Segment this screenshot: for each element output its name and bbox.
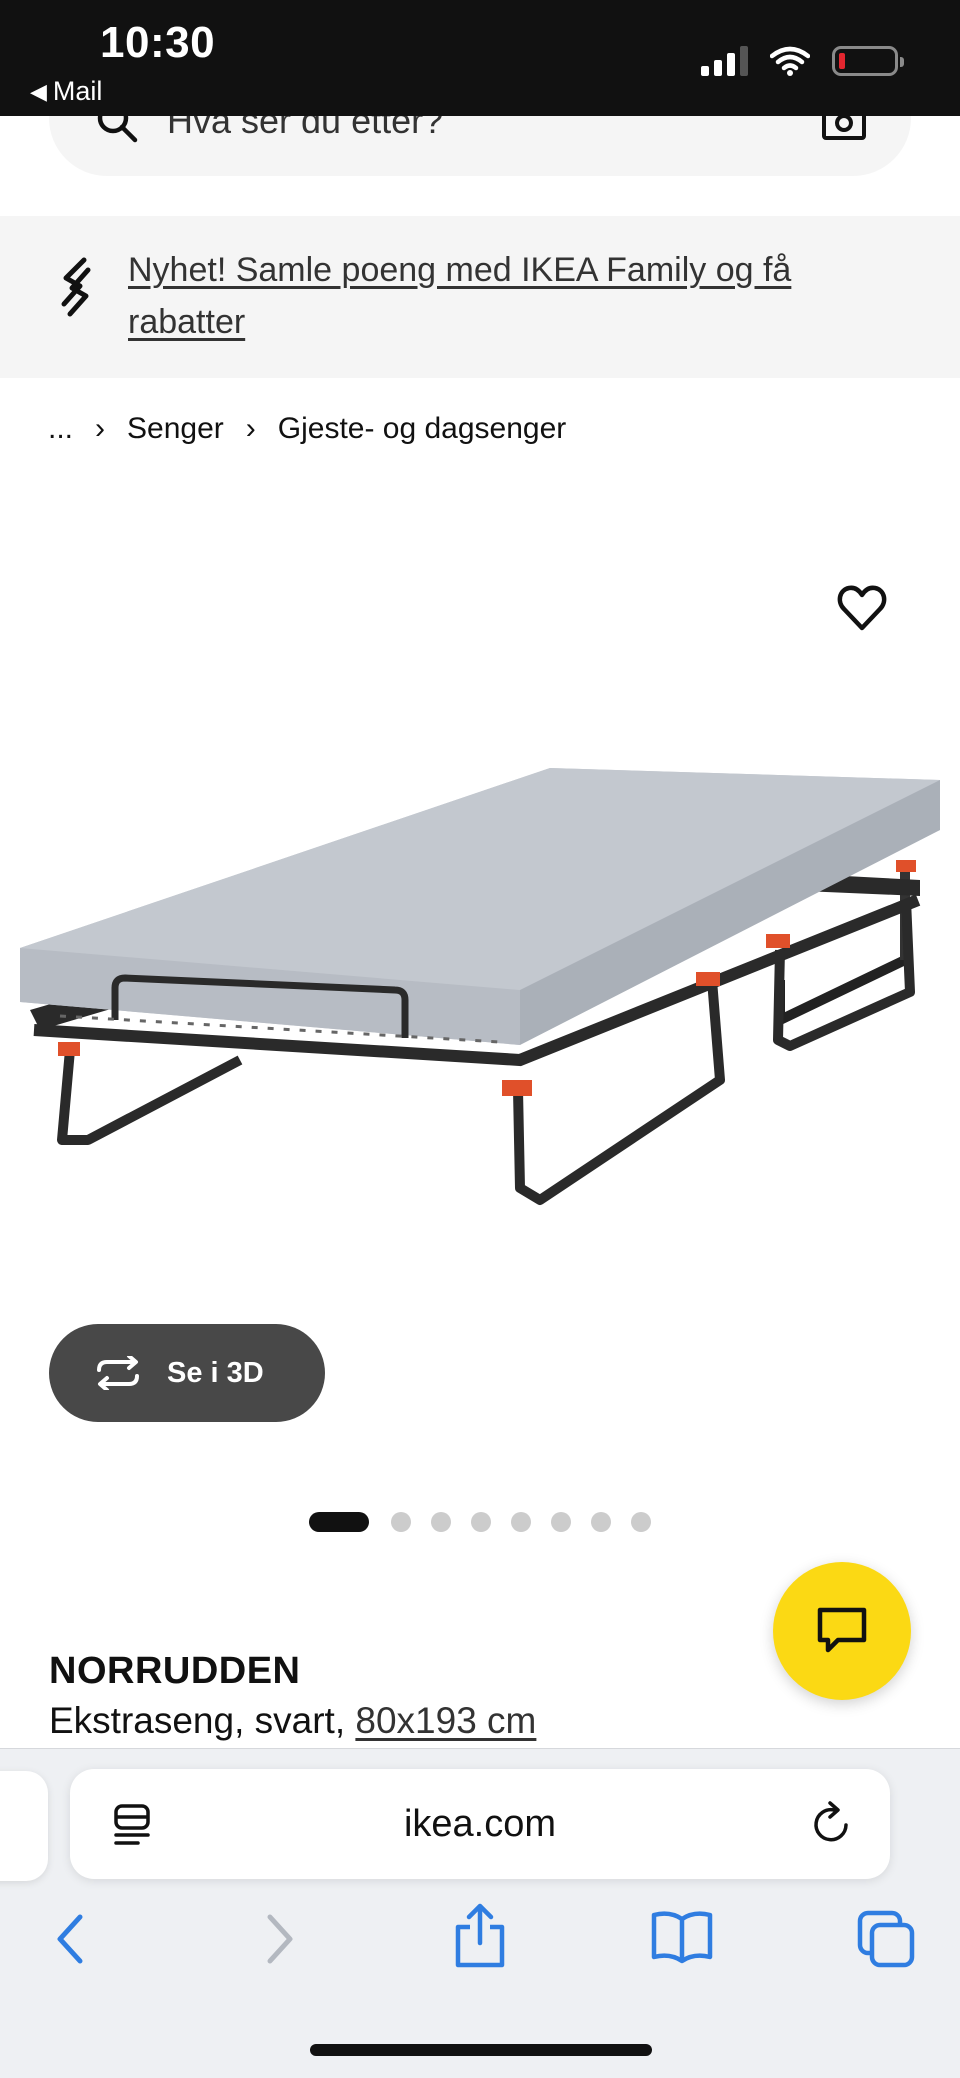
back-to-mail[interactable]: ◀ Mail [30, 76, 102, 107]
carousel-dot[interactable] [511, 1512, 531, 1532]
status-time: 10:30 [100, 18, 216, 67]
product-size-link[interactable]: 80x193 cm [355, 1700, 536, 1741]
chat-button[interactable] [773, 1562, 911, 1700]
carousel-dot[interactable] [431, 1512, 451, 1532]
battery-low-icon [832, 46, 904, 76]
bookmarks-icon[interactable] [650, 1909, 714, 1970]
product-description: Ekstraseng, svart, 80x193 cm [49, 1700, 536, 1742]
carousel-dot[interactable] [591, 1512, 611, 1532]
breadcrumb-separator-icon: › [95, 412, 106, 445]
view-3d-button[interactable]: Se i 3D [49, 1324, 325, 1422]
carousel-dot[interactable] [309, 1512, 369, 1532]
breadcrumb-item-guest-beds[interactable]: Gjeste- og dagsenger [278, 412, 567, 446]
promo-banner: Nyhet! Samle poeng med IKEA Family og få… [0, 216, 960, 378]
home-indicator[interactable] [310, 2044, 652, 2056]
carousel-dot[interactable] [551, 1512, 571, 1532]
status-icons [701, 46, 904, 76]
browser-nav-row [0, 1903, 960, 1989]
chat-icon [817, 1607, 867, 1653]
product-description-text: Ekstraseng, svart, [49, 1700, 356, 1741]
carousel-dot[interactable] [631, 1512, 651, 1532]
carousel-dot[interactable] [391, 1512, 411, 1532]
url-text: ikea.com [403, 1803, 557, 1845]
status-bar: 10:30 ◀ Mail [0, 0, 960, 116]
promo-link[interactable]: Nyhet! Samle poeng med IKEA Family og få… [128, 244, 888, 348]
forward-icon[interactable] [262, 1909, 298, 1974]
share-icon[interactable] [452, 1903, 508, 1974]
wifi-icon [770, 46, 810, 76]
folding-bed-image [20, 768, 940, 1205]
breadcrumb: ... › Senger › Gjeste- og dagsenger [48, 412, 566, 446]
view-3d-label: Se i 3D [167, 1356, 264, 1389]
tabs-icon[interactable] [856, 1909, 916, 1974]
breadcrumb-separator-icon: › [245, 412, 256, 445]
reload-icon[interactable] [810, 1801, 854, 1847]
carousel-dot[interactable] [471, 1512, 491, 1532]
product-name: NORRUDDEN [49, 1650, 301, 1692]
previous-tab-preview[interactable] [0, 1771, 48, 1881]
back-triangle-icon: ◀ [30, 78, 47, 104]
breadcrumb-item-senger[interactable]: Senger [127, 412, 224, 446]
image-carousel-indicator [0, 1512, 960, 1532]
heart-icon[interactable] [836, 582, 888, 634]
link-icon [61, 257, 91, 317]
back-to-mail-label: Mail [52, 76, 103, 106]
breadcrumb-item-more[interactable]: ... [48, 412, 73, 446]
browser-toolbar: ikea.com [0, 1748, 960, 2078]
signal-icon [701, 46, 748, 76]
address-bar[interactable]: ikea.com [70, 1769, 890, 1879]
back-icon[interactable] [52, 1909, 88, 1974]
rotate-3d-icon [97, 1356, 139, 1390]
